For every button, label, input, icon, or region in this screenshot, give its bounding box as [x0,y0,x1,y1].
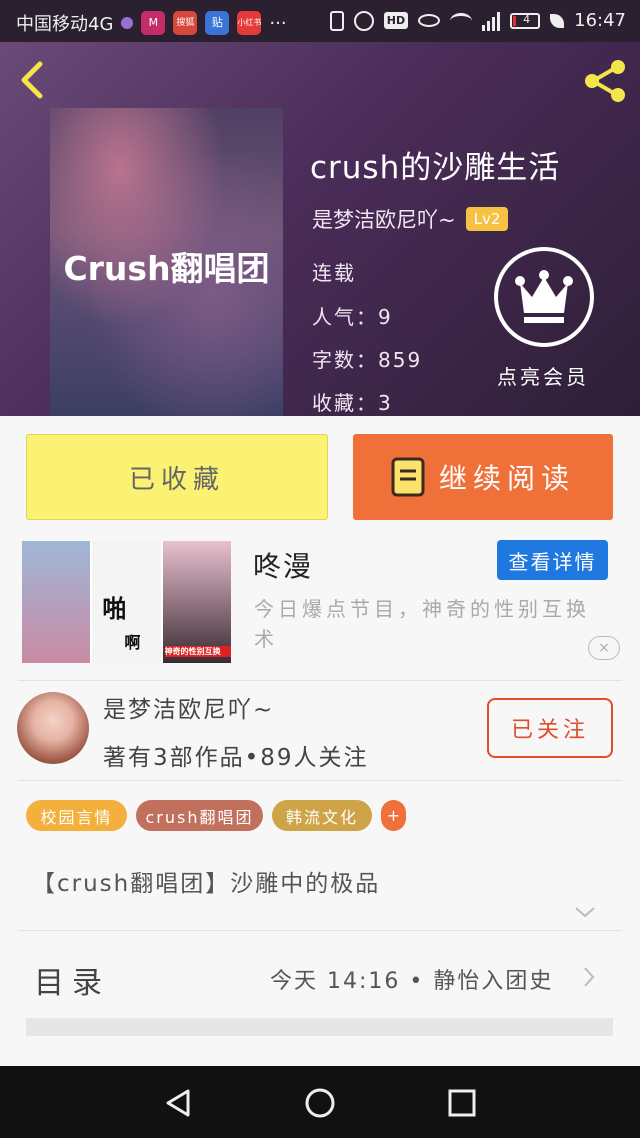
toc-latest-chapter[interactable]: 今天 14:16 • 静怡入团史 [270,963,553,995]
ad-panel-couple: 神奇的性别互换 [162,541,231,663]
tag-campus-romance[interactable]: 校园言情 [26,800,127,831]
section-separator [26,1018,613,1036]
back-button[interactable] [14,60,54,100]
toc-label[interactable]: 目录 [34,958,110,1002]
author-name[interactable]: 是梦洁欧尼吖~ [312,204,456,234]
ad-image[interactable]: 啪 啊 神奇的性别互换 [22,541,231,663]
back-arrow-icon [21,61,43,99]
nav-back-icon[interactable] [164,1088,192,1118]
nav-home-icon[interactable] [304,1087,336,1119]
system-navigation-bar [0,1066,640,1138]
ad-panel-school [22,541,93,663]
hd-icon: HD [383,12,409,29]
app-xiaohongshu-icon: 小红书 [237,11,262,35]
chevron-down-icon [575,907,595,918]
toc-chevron[interactable] [582,966,596,988]
serial-status: 连载 [312,261,356,285]
divider [18,930,622,931]
app-sohu-icon: 搜狐 [173,11,198,35]
more-notifications: ··· [269,12,287,34]
crown-icon [515,270,573,323]
ad-close-button[interactable]: × [588,636,620,660]
leaf-icon [550,13,565,28]
ad-description: 今日爆点节目，神奇的性别互换术 [254,597,590,651]
follow-button[interactable]: 已关注 [487,698,613,758]
book-description: 【crush翻唱团】沙雕中的极品 [32,871,381,897]
notification-dot-icon [121,17,134,29]
author-row: 是梦洁欧尼吖~ Lv2 [312,204,509,234]
book-title: crush的沙雕生活 [310,150,561,186]
ad-app-name: 咚漫 [253,550,314,583]
author-stats: 著有3部作品•89人关注 [103,745,369,771]
eye-icon [418,14,441,27]
ad-detail-button[interactable]: 查看详情 [497,540,608,580]
nav-recents-icon[interactable] [448,1089,476,1117]
vip-button[interactable] [494,247,594,347]
chevron-right-icon [584,967,595,987]
signal-icon [482,11,501,31]
word-count: 字数：859 [312,348,423,372]
author-avatar[interactable] [17,692,89,764]
continue-reading-label: 继续阅读 [438,462,575,495]
book-icon [391,457,425,497]
favorited-button[interactable]: 已收藏 [26,434,328,520]
tag-korean-culture[interactable]: 韩流文化 [272,800,372,831]
level-badge: Lv2 [465,207,509,231]
wifi-icon [450,12,473,29]
cover-title: Crush翻唱团 [63,249,270,288]
clock-time: 16:47 [574,10,626,31]
share-button[interactable] [580,56,630,106]
alarm-icon [353,10,374,31]
divider [18,680,622,681]
app-tieba-icon: 贴 [205,11,230,35]
status-bar: 中国移动4G M 搜狐 贴 小红书 ··· HD 4 16:47 [0,0,640,42]
popularity: 人气：9 [312,305,393,329]
vibrate-icon [329,10,344,31]
ad-panel-comic: 啪 啊 [92,541,163,663]
tag-add-button[interactable]: + [381,800,406,831]
app-m-icon: M [141,11,166,35]
battery-icon: 4 [510,12,541,29]
continue-reading-button[interactable]: 继续阅读 [353,434,613,520]
favorited-label: 已收藏 [128,464,225,495]
divider [18,780,622,781]
vip-label[interactable]: 点亮会员 [497,361,589,390]
author-card-name[interactable]: 是梦洁欧尼吖~ [103,690,274,724]
book-cover[interactable]: Crush翻唱团 [50,108,283,416]
follow-label: 已关注 [510,718,589,743]
tag-crush-cover-group[interactable]: crush翻唱团 [136,800,263,831]
carrier-label: 中国移动4G [16,14,114,35]
favorite-count: 收藏：3 [312,391,393,415]
share-icon [585,60,625,102]
expand-description-button[interactable] [574,904,596,920]
